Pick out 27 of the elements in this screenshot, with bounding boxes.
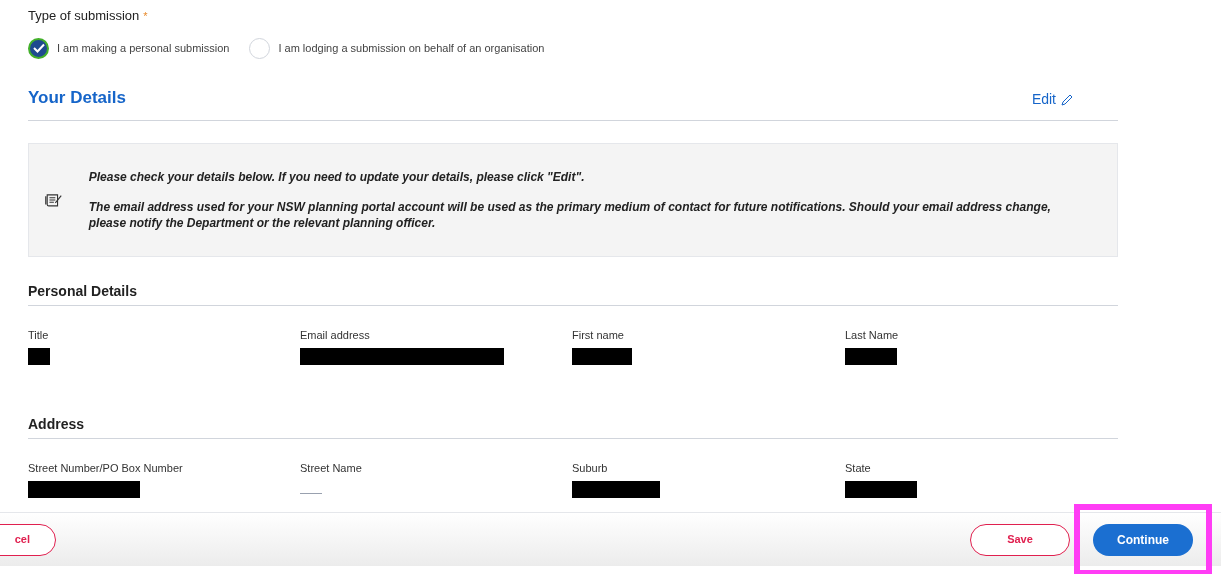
radio-option[interactable]: I am lodging a submission on behalf of an organisation xyxy=(249,37,545,59)
field-label: Email address xyxy=(300,328,371,343)
required-mark: * xyxy=(143,8,148,24)
notice-text: The email address used for your NSW planning portal account will be used as the primary medium of contact for future notifications. Should your email address change, please notify the Department or the relevant planning officer. xyxy=(88,199,1052,231)
field-label: Last Name xyxy=(845,328,900,343)
redaction-bar xyxy=(28,347,50,365)
cancel-button[interactable]: cel xyxy=(0,523,56,556)
radio-option[interactable]: I am making a personal submission xyxy=(28,37,230,59)
field-label: Street Name xyxy=(300,461,363,476)
subsection-heading: Personal Details xyxy=(28,281,1118,306)
pencil-icon xyxy=(1060,92,1074,107)
edit-link[interactable]: Edit xyxy=(1031,89,1074,110)
field-label: State xyxy=(845,461,872,476)
field-label: Type of submission xyxy=(28,7,140,25)
continue-button[interactable]: Continue xyxy=(1093,523,1193,556)
field-label: First name xyxy=(572,328,625,343)
subsection-heading: Address xyxy=(28,414,1118,439)
field-label: Suburb xyxy=(572,461,609,476)
field-label: Street Number/PO Box Number xyxy=(28,461,184,476)
section-heading: Your Details xyxy=(28,86,126,109)
field-label: Title xyxy=(28,328,50,343)
redaction-bar xyxy=(845,480,917,498)
redaction-bar xyxy=(572,347,632,365)
redaction-bar xyxy=(845,347,897,365)
empty-value-line xyxy=(300,492,322,494)
save-button[interactable]: Save xyxy=(970,523,1070,556)
notice-text: Please check your details below. If you need to update your details, please click "Edit". xyxy=(88,169,586,185)
